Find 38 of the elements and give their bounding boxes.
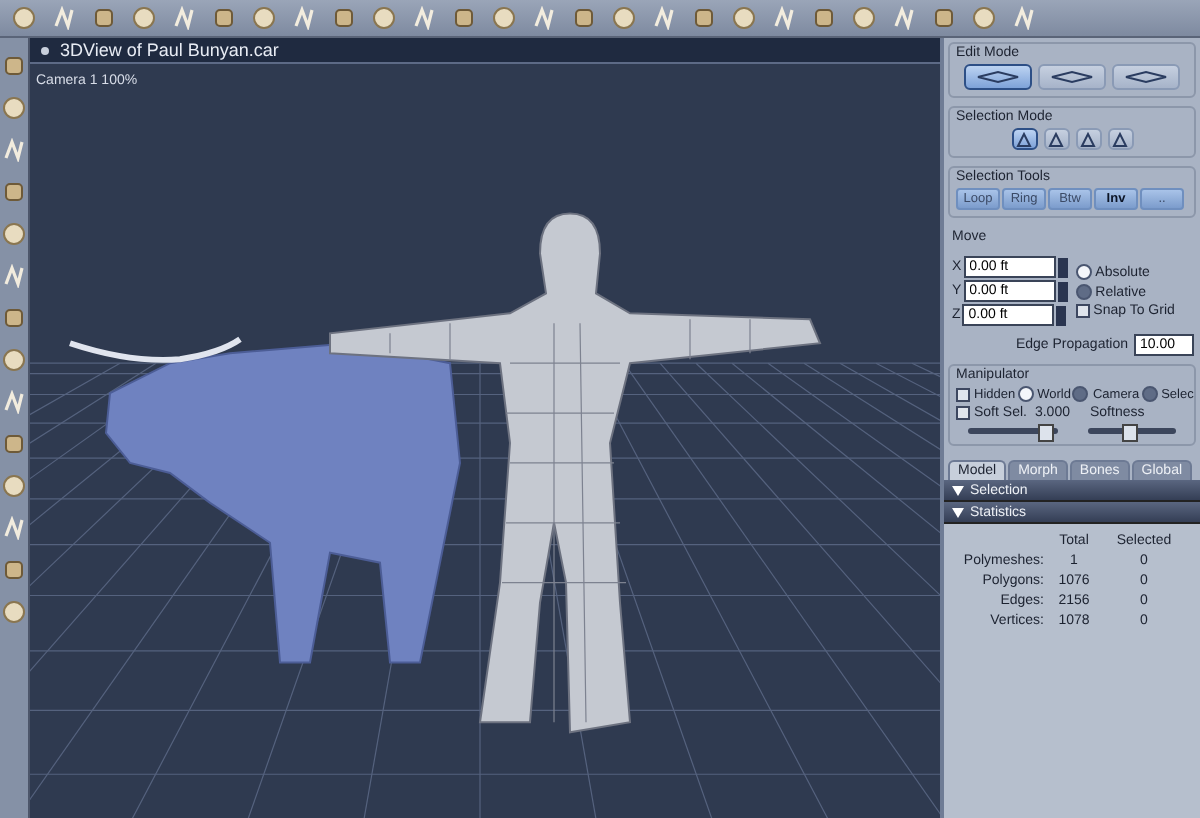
view-title: 3DView of Paul Bunyan.car [60,40,279,60]
tool-icon[interactable] [2,600,26,624]
selection-mode-button[interactable] [1107,128,1133,150]
tool-icon[interactable] [972,6,996,30]
tool-icon[interactable] [732,6,756,30]
tool-icon[interactable] [212,6,236,30]
tool-icon[interactable] [2,222,26,246]
edit-mode-button[interactable] [964,64,1032,90]
tool-icon[interactable] [852,6,876,30]
edit-mode-button[interactable] [1112,64,1180,90]
tool-icon[interactable] [932,6,956,30]
tool-icon[interactable] [812,6,836,30]
tool-icon[interactable] [372,6,396,30]
tool-icon[interactable] [2,180,26,204]
tool-icon[interactable] [92,6,116,30]
tool-icon[interactable] [12,6,36,30]
tool-icon[interactable] [452,6,476,30]
tool-icon[interactable] [2,432,26,456]
tool-icon[interactable] [252,6,276,30]
selection-mode-button[interactable] [1043,128,1069,150]
tool-icon[interactable] [332,6,356,30]
tool-icon[interactable] [132,6,156,30]
edit-mode-button[interactable] [1038,64,1106,90]
tool-icon[interactable] [572,6,596,30]
selection-mode-button[interactable] [1075,128,1101,150]
tool-icon[interactable] [2,558,26,582]
slider-thumb[interactable] [1037,424,1054,442]
tool-icon[interactable] [2,306,26,330]
tool-icon[interactable] [492,6,516,30]
tool-icon[interactable] [2,348,26,372]
tool-icon[interactable] [692,6,716,30]
tool-icon[interactable] [2,54,26,78]
slider-thumb[interactable] [1121,424,1138,442]
tool-icon[interactable] [2,96,26,120]
selection-mode-button[interactable] [1011,128,1037,150]
tool-icon[interactable] [2,474,26,498]
window-menu-icon[interactable] [40,45,50,55]
tool-icon[interactable] [612,6,636,30]
